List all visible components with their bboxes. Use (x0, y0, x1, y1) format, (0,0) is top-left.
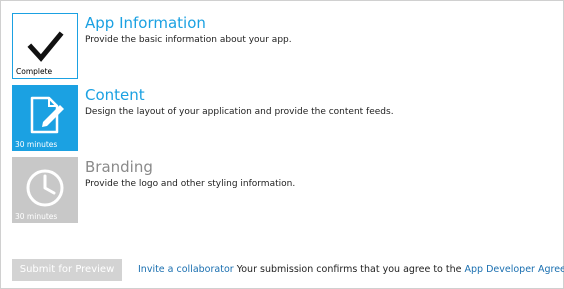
step-tile-branding[interactable]: 30 minutes (12, 157, 78, 223)
step-status: 30 minutes (15, 140, 58, 149)
step-tile-content[interactable]: 30 minutes (12, 85, 78, 151)
step-title[interactable]: Branding (85, 158, 153, 176)
step-description: Design the layout of your application an… (85, 107, 394, 117)
app-developer-agreement-link[interactable]: App Developer Agreement (465, 264, 564, 275)
step-tile-app-information[interactable]: Complete (12, 13, 78, 79)
step-description: Provide the logo and other styling infor… (85, 179, 296, 189)
step-status: Complete (16, 67, 53, 76)
step-description: Provide the basic information about your… (85, 35, 292, 45)
step-title[interactable]: Content (85, 86, 145, 104)
wizard-panel: Complete App Information Provide the bas… (0, 0, 564, 289)
invite-collaborator-link[interactable]: Invite a collaborator (138, 264, 234, 275)
step-status: 30 minutes (15, 212, 58, 221)
footer-text: Invite a collaborator Your submission co… (138, 264, 564, 275)
step-title[interactable]: App Information (85, 14, 206, 32)
submit-for-preview-button[interactable]: Submit for Preview (12, 259, 122, 281)
agreement-text: Your submission confirms that you agree … (236, 264, 462, 275)
